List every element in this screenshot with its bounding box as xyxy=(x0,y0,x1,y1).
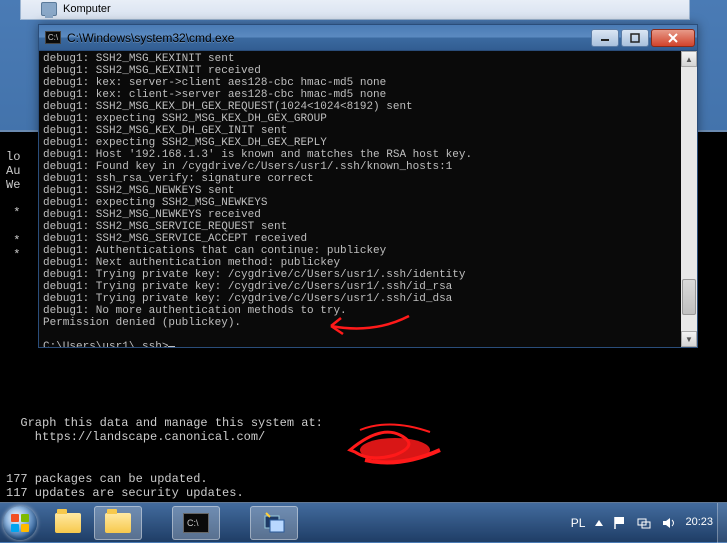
tray-expand-icon[interactable] xyxy=(595,520,603,526)
explorer-item-computer[interactable]: Komputer xyxy=(41,2,111,16)
show-desktop-button[interactable] xyxy=(717,503,727,543)
taskbar-item-putty[interactable] xyxy=(250,506,298,540)
maximize-button[interactable] xyxy=(621,29,649,47)
bg-term-motd1: Graph this data and manage this system a… xyxy=(6,416,323,430)
bg-term-motd2: https://landscape.canonical.com/ xyxy=(6,430,265,444)
cmd-icon: C:\ xyxy=(45,31,61,44)
cmd-line: debug1: Next authentication method: publ… xyxy=(43,257,340,269)
volume-icon[interactable] xyxy=(661,516,675,530)
cmd-line: debug1: SSH2_MSG_NEWKEYS received xyxy=(43,209,261,221)
cmd-title: C:\Windows\system32\cmd.exe xyxy=(67,31,591,45)
language-indicator[interactable]: PL xyxy=(571,516,586,530)
cmd-line: debug1: Trying private key: /cygdrive/c/… xyxy=(43,281,452,293)
cmd-prompt: C:\Users\usr1\.ssh> xyxy=(43,341,168,347)
bg-term-pkg1: 177 packages can be updated. xyxy=(6,472,208,486)
cmd-window[interactable]: C:\ C:\Windows\system32\cmd.exe debug1: … xyxy=(38,24,698,348)
action-center-flag-icon[interactable] xyxy=(613,516,627,530)
windows-logo-icon xyxy=(11,514,29,532)
cmd-icon: C:\ xyxy=(183,513,209,533)
cmd-line: debug1: SSH2_MSG_SERVICE_ACCEPT received xyxy=(43,233,307,245)
cmd-line: debug1: Host '192.168.1.3' is known and … xyxy=(43,149,472,161)
scroll-track[interactable] xyxy=(681,67,697,331)
minimize-button[interactable] xyxy=(591,29,619,47)
cmd-line: debug1: kex: server->client aes128-cbc h… xyxy=(43,77,386,89)
bg-term-partial-1: Au xyxy=(6,164,20,178)
folder-icon xyxy=(105,513,131,533)
cmd-scrollbar[interactable]: ▲ ▼ xyxy=(681,51,697,347)
bg-term-pkg2: 117 updates are security updates. xyxy=(6,486,244,500)
cmd-line: debug1: SSH2_MSG_KEX_DH_GEX_REQUEST(1024… xyxy=(43,101,413,113)
scroll-up-button[interactable]: ▲ xyxy=(681,51,697,67)
taskbar-item-cmd[interactable]: C:\ xyxy=(172,506,220,540)
folder-icon xyxy=(55,513,81,533)
cmd-line: debug1: ssh_rsa_verify: signature correc… xyxy=(43,173,314,185)
cmd-line: Permission denied (publickey). xyxy=(43,317,241,329)
cmd-line: debug1: SSH2_MSG_SERVICE_REQUEST sent xyxy=(43,221,287,233)
taskbar-item-explorer-running[interactable] xyxy=(94,506,142,540)
scroll-thumb[interactable] xyxy=(682,279,696,315)
bg-term-partial-2: We xyxy=(6,178,20,192)
cmd-line: debug1: SSH2_MSG_KEX_DH_GEX_INIT sent xyxy=(43,125,287,137)
cmd-cursor xyxy=(168,346,175,347)
scroll-down-button[interactable]: ▼ xyxy=(681,331,697,347)
cmd-line: debug1: Authentications that can continu… xyxy=(43,245,386,257)
background-explorer-window: Komputer xyxy=(20,0,690,20)
bg-term-partial-6: * xyxy=(6,234,20,248)
explorer-item-label: Komputer xyxy=(63,3,111,15)
cmd-line: debug1: expecting SSH2_MSG_NEWKEYS xyxy=(43,197,267,209)
cmd-line: debug1: Trying private key: /cygdrive/c/… xyxy=(43,269,465,281)
cmd-line: debug1: expecting SSH2_MSG_KEX_DH_GEX_RE… xyxy=(43,137,327,149)
cmd-line: debug1: SSH2_MSG_KEXINIT sent xyxy=(43,53,234,65)
computer-icon xyxy=(41,2,57,16)
cmd-line: debug1: Found key in /cygdrive/c/Users/u… xyxy=(43,161,452,173)
cmd-line: debug1: SSH2_MSG_KEXINIT received xyxy=(43,65,261,77)
start-button[interactable] xyxy=(0,503,40,543)
cmd-titlebar[interactable]: C:\ C:\Windows\system32\cmd.exe xyxy=(39,25,697,51)
bg-term-partial-7: * xyxy=(6,248,20,262)
bg-term-partial-0: lo xyxy=(6,150,20,164)
annotation-scribble xyxy=(340,420,460,470)
cmd-line: debug1: Trying private key: /cygdrive/c/… xyxy=(43,293,452,305)
clock-time: 20:23 xyxy=(685,516,713,529)
system-tray[interactable]: PL 20:23 xyxy=(571,516,717,530)
cmd-line: debug1: SSH2_MSG_NEWKEYS sent xyxy=(43,185,234,197)
cmd-line: debug1: kex: client->server aes128-cbc h… xyxy=(43,89,386,101)
cmd-line: debug1: expecting SSH2_MSG_KEX_DH_GEX_GR… xyxy=(43,113,327,125)
taskbar[interactable]: C:\ PL 20:23 xyxy=(0,502,727,542)
cmd-line: debug1: No more authentication methods t… xyxy=(43,305,347,317)
bg-term-partial-4: * xyxy=(6,206,20,220)
putty-icon xyxy=(262,511,286,535)
taskbar-item-explorer[interactable] xyxy=(44,506,92,540)
close-button[interactable] xyxy=(651,29,695,47)
network-icon[interactable] xyxy=(637,516,651,530)
clock[interactable]: 20:23 xyxy=(685,516,713,529)
cmd-body[interactable]: debug1: SSH2_MSG_KEXINIT sent debug1: SS… xyxy=(39,51,697,347)
